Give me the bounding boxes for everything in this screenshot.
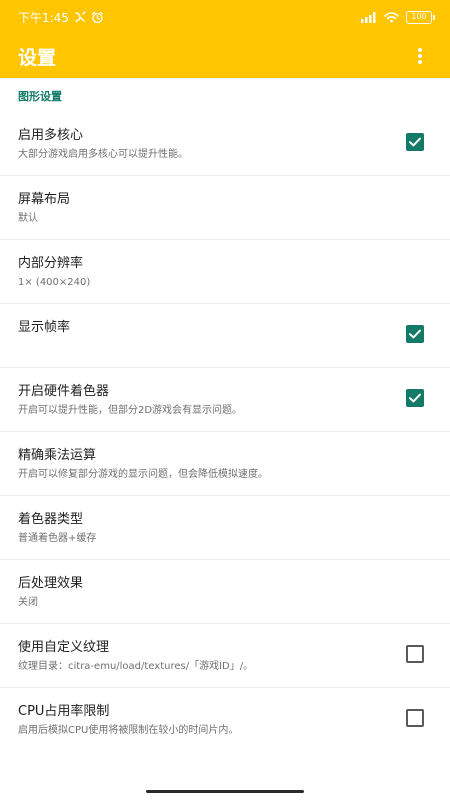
setting-title: CPU占用率限制 — [18, 704, 110, 719]
notification-icon — [74, 11, 86, 23]
setting-title: 显示帧率 — [18, 320, 71, 335]
setting-hardware-shader[interactable]: 开启硬件着色器 开启可以提升性能，但部分2D游戏会有显示问题。 — [0, 368, 450, 432]
setting-multicore[interactable]: 启用多核心 大部分游戏启用多核心可以提升性能。 — [0, 112, 450, 176]
setting-summary: 开启可以修复部分游戏的显示问题，但会降低模拟速度。 — [18, 469, 268, 480]
section-header-graphics: 图形设置 — [18, 90, 62, 103]
setting-title: 精确乘法运算 — [18, 448, 97, 463]
more-vert-icon[interactable] — [408, 44, 432, 68]
setting-title: 后处理效果 — [18, 576, 84, 591]
app-bar: 设置 — [0, 34, 450, 78]
signal-icon — [361, 11, 377, 23]
setting-show-fps[interactable]: 显示帧率 — [0, 304, 450, 368]
setting-cpu-usage-limit[interactable]: CPU占用率限制 启用后模拟CPU使用将被限制在较小的时间片内。 — [0, 688, 450, 752]
hardware-shader-checkbox[interactable] — [406, 389, 424, 407]
status-right: 100 — [361, 10, 435, 24]
setting-post-processing[interactable]: 后处理效果 关闭 — [0, 560, 450, 624]
show-fps-checkbox[interactable] — [406, 325, 424, 343]
setting-custom-textures[interactable]: 使用自定义纹理 纹理目录：citra-emu/load/textures/「游戏… — [0, 624, 450, 688]
setting-title: 开启硬件着色器 — [18, 384, 110, 399]
custom-textures-checkbox[interactable] — [406, 645, 424, 663]
setting-title: 内部分辨率 — [18, 256, 84, 271]
setting-summary: 启用后模拟CPU使用将被限制在较小的时间片内。 — [18, 725, 239, 736]
status-bar: 下午1:45 100 — [0, 0, 450, 34]
setting-summary: 大部分游戏启用多核心可以提升性能。 — [18, 149, 188, 160]
cpu-usage-limit-checkbox[interactable] — [406, 709, 424, 727]
page-title: 设置 — [18, 46, 57, 69]
setting-summary: 关闭 — [18, 597, 38, 608]
alarm-icon — [91, 11, 104, 24]
multicore-checkbox[interactable] — [406, 133, 424, 151]
setting-summary: 开启可以提升性能，但部分2D游戏会有显示问题。 — [18, 405, 243, 416]
battery-icon: 100 — [406, 10, 435, 24]
setting-title: 屏幕布局 — [18, 192, 71, 207]
setting-summary: 纹理目录：citra-emu/load/textures/「游戏ID」/。 — [18, 661, 254, 672]
status-left: 下午1:45 — [18, 9, 104, 26]
settings-list: 启用多核心 大部分游戏启用多核心可以提升性能。 屏幕布局 默认 内部分辨率 1×… — [0, 112, 450, 752]
home-indicator[interactable] — [146, 790, 304, 793]
setting-title: 启用多核心 — [18, 128, 84, 143]
wifi-icon — [384, 11, 399, 23]
setting-screen-layout[interactable]: 屏幕布局 默认 — [0, 176, 450, 240]
status-time: 下午1:45 — [18, 10, 69, 25]
setting-shader-type[interactable]: 着色器类型 普通着色器+缓存 — [0, 496, 450, 560]
setting-summary: 默认 — [18, 213, 38, 224]
setting-title: 使用自定义纹理 — [18, 640, 110, 655]
setting-summary: 普通着色器+缓存 — [18, 533, 97, 544]
battery-level: 100 — [411, 12, 427, 21]
setting-title: 着色器类型 — [18, 512, 84, 527]
setting-internal-resolution[interactable]: 内部分辨率 1× (400×240) — [0, 240, 450, 304]
setting-accurate-multiplication[interactable]: 精确乘法运算 开启可以修复部分游戏的显示问题，但会降低模拟速度。 — [0, 432, 450, 496]
setting-summary: 1× (400×240) — [18, 277, 91, 288]
